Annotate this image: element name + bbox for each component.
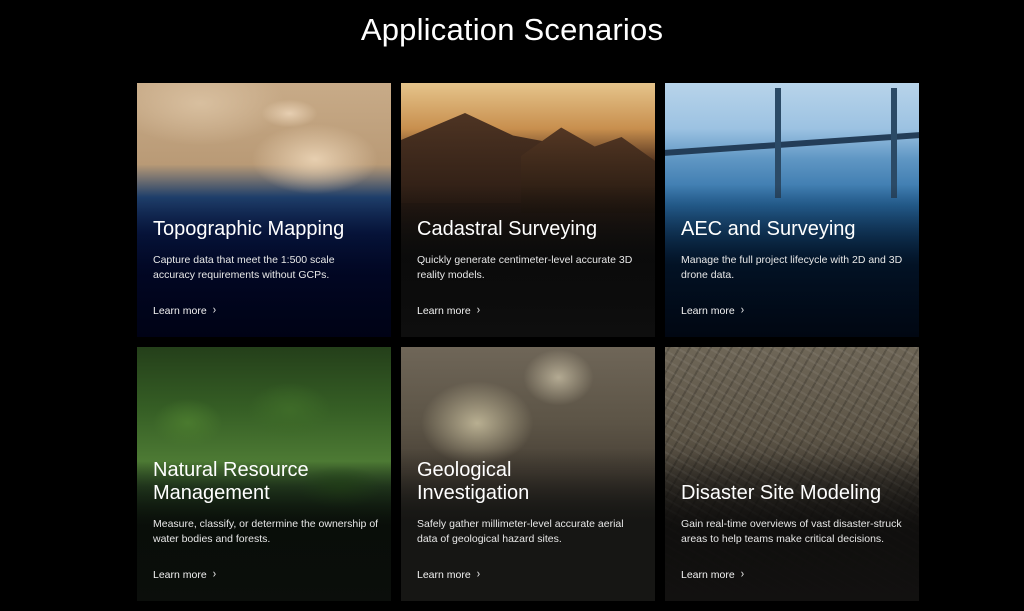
learn-more-label: Learn more <box>417 305 471 317</box>
card-content: Cadastral Surveying Quickly generate cen… <box>417 218 643 319</box>
learn-more-link[interactable]: Learn more › <box>417 567 481 581</box>
card-content: Topographic Mapping Capture data that me… <box>153 218 379 319</box>
card-title: Geological Investigation <box>417 459 530 504</box>
learn-more-label: Learn more <box>153 305 207 317</box>
card-content: AEC and Surveying Manage the full projec… <box>681 218 907 319</box>
card-content: Geological Investigation Safely gather m… <box>417 459 643 583</box>
chevron-right-icon: › <box>476 303 481 317</box>
learn-more-label: Learn more <box>417 569 471 581</box>
learn-more-link[interactable]: Learn more › <box>417 303 481 317</box>
card-natural-resource-management[interactable]: Natural Resource Management Measure, cla… <box>137 347 391 601</box>
learn-more-link[interactable]: Learn more › <box>681 567 745 581</box>
learn-more-link[interactable]: Learn more › <box>153 303 217 317</box>
card-title: Cadastral Surveying <box>417 218 598 240</box>
card-cadastral-surveying[interactable]: Cadastral Surveying Quickly generate cen… <box>401 83 655 337</box>
card-title: Topographic Mapping <box>153 218 345 240</box>
card-title: Natural Resource Management <box>153 459 309 504</box>
card-title: Disaster Site Modeling <box>681 482 882 504</box>
card-content: Natural Resource Management Measure, cla… <box>153 459 379 583</box>
card-description: Capture data that meet the 1:500 scale a… <box>153 254 335 281</box>
card-content: Disaster Site Modeling Gain real-time ov… <box>681 482 907 583</box>
scenario-grid: Topographic Mapping Capture data that me… <box>137 83 919 603</box>
card-description: Quickly generate centimeter-level accura… <box>417 254 633 281</box>
card-description: Manage the full project lifecycle with 2… <box>681 254 903 281</box>
card-description: Safely gather millimeter-level accurate … <box>417 518 624 545</box>
card-aec-surveying[interactable]: AEC and Surveying Manage the full projec… <box>665 83 919 337</box>
learn-more-label: Learn more <box>153 569 207 581</box>
chevron-right-icon: › <box>476 567 481 581</box>
card-geological-investigation[interactable]: Geological Investigation Safely gather m… <box>401 347 655 601</box>
card-disaster-site-modeling[interactable]: Disaster Site Modeling Gain real-time ov… <box>665 347 919 601</box>
card-topographic-mapping[interactable]: Topographic Mapping Capture data that me… <box>137 83 391 337</box>
chevron-right-icon: › <box>740 567 745 581</box>
learn-more-label: Learn more <box>681 305 735 317</box>
card-description: Measure, classify, or determine the owne… <box>153 518 379 545</box>
card-description: Gain real-time overviews of vast disaste… <box>681 518 902 545</box>
chevron-right-icon: › <box>212 303 217 317</box>
learn-more-label: Learn more <box>681 569 735 581</box>
card-title: AEC and Surveying <box>681 218 856 240</box>
chevron-right-icon: › <box>740 303 745 317</box>
chevron-right-icon: › <box>212 567 217 581</box>
page-title: Application Scenarios <box>360 12 664 47</box>
learn-more-link[interactable]: Learn more › <box>681 303 745 317</box>
learn-more-link[interactable]: Learn more › <box>153 567 217 581</box>
